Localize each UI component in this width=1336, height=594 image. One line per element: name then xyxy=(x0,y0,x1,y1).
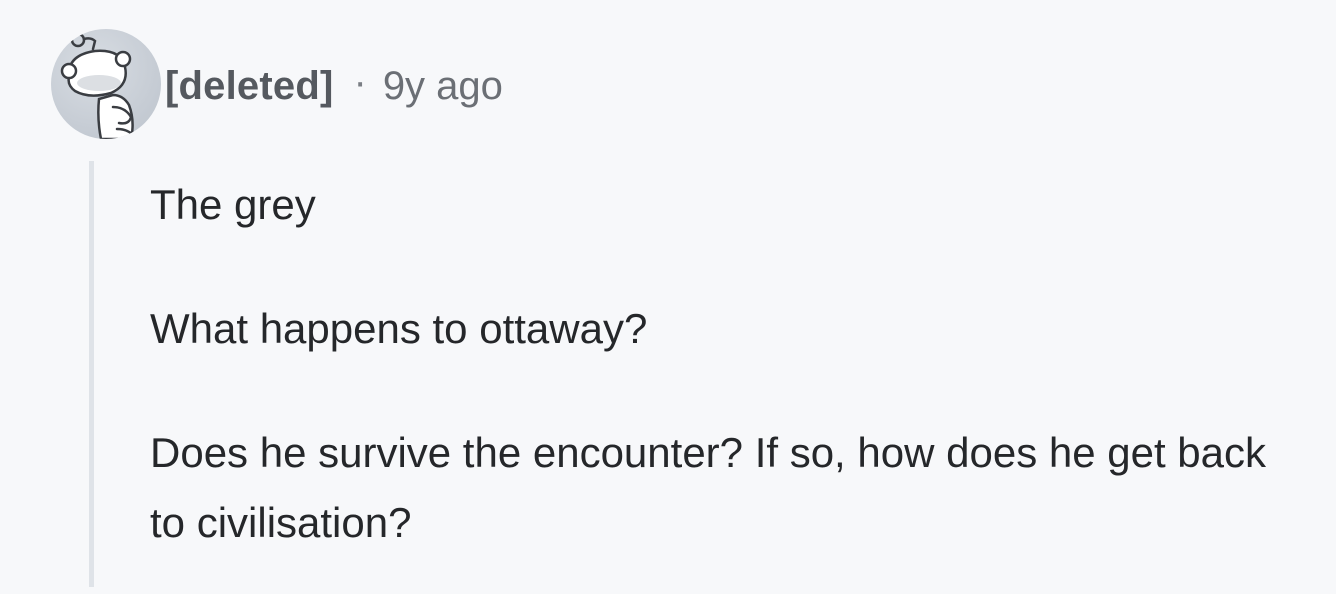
snoo-deleted-avatar-icon xyxy=(60,32,135,139)
comment-paragraph: Does he survive the encounter? If so, ho… xyxy=(150,429,1267,546)
timestamp[interactable]: 9y ago xyxy=(383,64,503,109)
comment-meta: [deleted] · 9y ago xyxy=(165,60,503,112)
avatar[interactable] xyxy=(51,29,161,139)
comment-paragraph: What happens to ottaway? xyxy=(150,305,648,352)
author-name[interactable]: [deleted] xyxy=(165,64,333,109)
comment-body: The grey What happens to ottaway? Does h… xyxy=(150,170,1310,558)
meta-separator: · xyxy=(353,59,367,104)
thread-line[interactable] xyxy=(89,161,94,587)
comment-paragraph: The grey xyxy=(150,181,316,228)
comment: [deleted] · 9y ago The grey What happens… xyxy=(0,0,1336,594)
